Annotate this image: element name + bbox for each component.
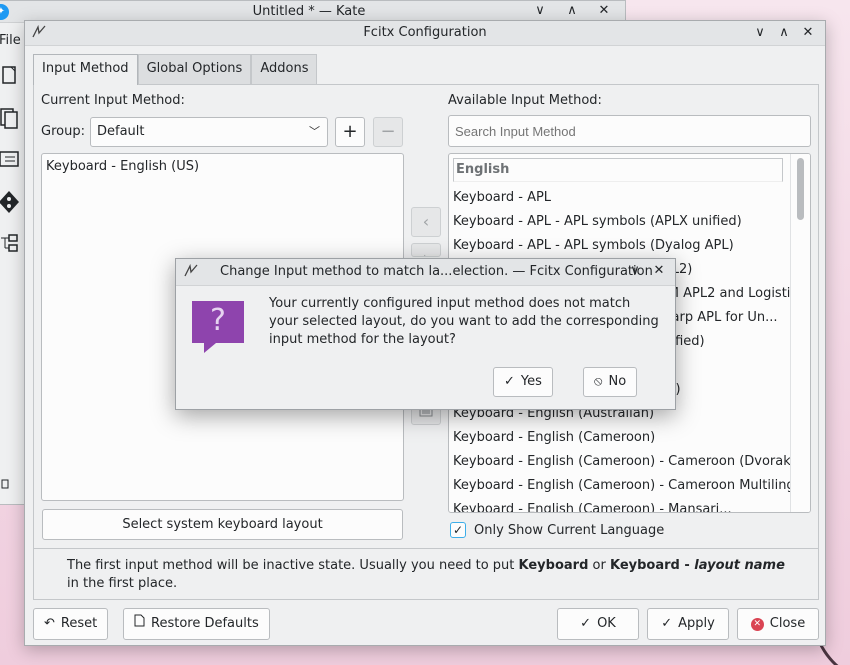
- close-icon[interactable]: ✕: [595, 3, 613, 18]
- list-item[interactable]: Keyboard - English (Cameroon) - Mansari.…: [449, 498, 810, 512]
- list-item[interactable]: Keyboard - English (Cameroon): [449, 426, 810, 450]
- kate-window-controls: ∨ ∧ ✕: [531, 3, 613, 18]
- change-input-method-dialog: Change Input method to match la...electi…: [175, 258, 676, 410]
- list-icon[interactable]: [0, 149, 19, 171]
- list-item[interactable]: Keyboard - English (Cameroon) - Cameroon…: [449, 450, 810, 474]
- cancel-icon: ⦸: [594, 374, 603, 389]
- minimize-icon[interactable]: ∨: [531, 3, 549, 18]
- hint-mid: or: [588, 558, 610, 573]
- group-select-value: Default: [97, 124, 145, 139]
- minimize-icon[interactable]: ∨: [627, 263, 643, 278]
- dialog-window-controls: ∨ ✕: [627, 263, 667, 278]
- dialog-message: Your currently configured input method d…: [269, 296, 659, 347]
- git-icon[interactable]: [0, 191, 19, 213]
- checkmark-icon: ✓: [580, 616, 592, 631]
- close-label: Close: [769, 616, 806, 631]
- list-item[interactable]: Keyboard - APL: [449, 186, 810, 210]
- maximize-icon[interactable]: ∧: [563, 3, 581, 18]
- fcitx-window-title: Fcitx Configuration: [363, 25, 487, 40]
- kate-sidebar: [0, 65, 21, 275]
- apply-button[interactable]: ✓ Apply: [647, 608, 729, 640]
- move-right-button[interactable]: ›: [411, 243, 441, 257]
- fcitx-titlebar[interactable]: Fcitx Configuration ∨ ∧ ✕: [25, 21, 825, 46]
- hint-suffix: in the first place.: [67, 576, 178, 591]
- tab-input-method[interactable]: Input Method: [33, 54, 138, 85]
- tab-global-options[interactable]: Global Options: [137, 54, 252, 84]
- kate-menu-file[interactable]: File: [0, 33, 21, 48]
- list-item[interactable]: Keyboard - English (Cameroon) - Cameroon…: [449, 474, 810, 498]
- question-icon: ?: [192, 301, 244, 353]
- reset-button[interactable]: ↶ Reset: [33, 608, 109, 640]
- group-label: Group:: [41, 124, 85, 139]
- search-input[interactable]: [448, 115, 811, 147]
- add-group-button[interactable]: +: [335, 117, 365, 147]
- close-button[interactable]: ✕ Close: [737, 608, 819, 640]
- checkmark-icon: ✓: [504, 374, 515, 389]
- fcitx-app-icon: [184, 263, 198, 282]
- list-item[interactable]: Keyboard - APL - APL symbols (APLX unifi…: [449, 210, 810, 234]
- hint-prefix: The first input method will be inactive …: [67, 558, 519, 573]
- chevron-down-icon: ﹀: [309, 125, 320, 138]
- available-input-method-label: Available Input Method:: [448, 93, 602, 108]
- only-current-language-label: Only Show Current Language: [474, 522, 665, 538]
- tab-addons[interactable]: Addons: [251, 54, 318, 84]
- scrollbar-thumb[interactable]: [797, 158, 804, 220]
- minimize-icon[interactable]: ∨: [751, 24, 769, 42]
- hint-keyword-layout: Keyboard -: [609, 558, 695, 573]
- select-keyboard-layout-button[interactable]: Select system keyboard layout: [42, 509, 403, 540]
- move-left-button[interactable]: ‹: [411, 207, 441, 237]
- hint-layout-name: layout name: [694, 558, 785, 573]
- restore-defaults-label: Restore Defaults: [151, 616, 259, 631]
- remove-group-button[interactable]: −: [373, 117, 403, 147]
- documents-icon[interactable]: [0, 107, 19, 129]
- group-header-english: English: [453, 158, 783, 182]
- close-icon[interactable]: ✕: [651, 263, 667, 278]
- dialog-title: Change Input method to match la...electi…: [220, 264, 653, 279]
- checkmark-icon[interactable]: ✓: [450, 522, 466, 538]
- hint-text: The first input method will be inactive …: [33, 548, 819, 600]
- list-item[interactable]: Keyboard - APL - APL symbols (Dyalog APL…: [449, 234, 810, 258]
- undo-icon: ↶: [44, 616, 55, 631]
- no-label: No: [608, 374, 627, 389]
- new-document-icon[interactable]: [0, 65, 19, 87]
- kate-status-icon: [1, 479, 9, 492]
- close-icon[interactable]: ✕: [799, 24, 817, 42]
- scrollbar[interactable]: [790, 154, 810, 512]
- document-revert-icon: [134, 609, 145, 639]
- restore-defaults-button[interactable]: Restore Defaults: [123, 608, 270, 640]
- ok-button[interactable]: ✓ OK: [557, 608, 639, 640]
- checkmark-icon: ✓: [661, 616, 673, 631]
- close-icon: ✕: [750, 617, 764, 631]
- tab-bar: Input Method Global Options Addons: [33, 54, 318, 85]
- current-input-method-label: Current Input Method:: [41, 93, 185, 108]
- fcitx-window-controls: ∨ ∧ ✕: [751, 24, 817, 42]
- group-select[interactable]: Default ﹀: [90, 117, 328, 147]
- hint-keyword-keyboard: Keyboard: [518, 558, 589, 573]
- only-current-language-checkbox[interactable]: ✓ Only Show Current Language: [450, 522, 664, 538]
- maximize-icon[interactable]: ∧: [775, 24, 793, 42]
- yes-button[interactable]: ✓ Yes: [493, 367, 553, 397]
- symbols-icon[interactable]: [0, 233, 19, 255]
- apply-label: Apply: [678, 616, 715, 631]
- no-button[interactable]: ⦸ No: [583, 367, 638, 397]
- dialog-titlebar[interactable]: Change Input method to match la...electi…: [176, 259, 675, 286]
- list-item[interactable]: Keyboard - English (US): [42, 154, 403, 178]
- ok-label: OK: [597, 616, 616, 631]
- yes-label: Yes: [520, 374, 542, 389]
- reset-label: Reset: [60, 616, 98, 631]
